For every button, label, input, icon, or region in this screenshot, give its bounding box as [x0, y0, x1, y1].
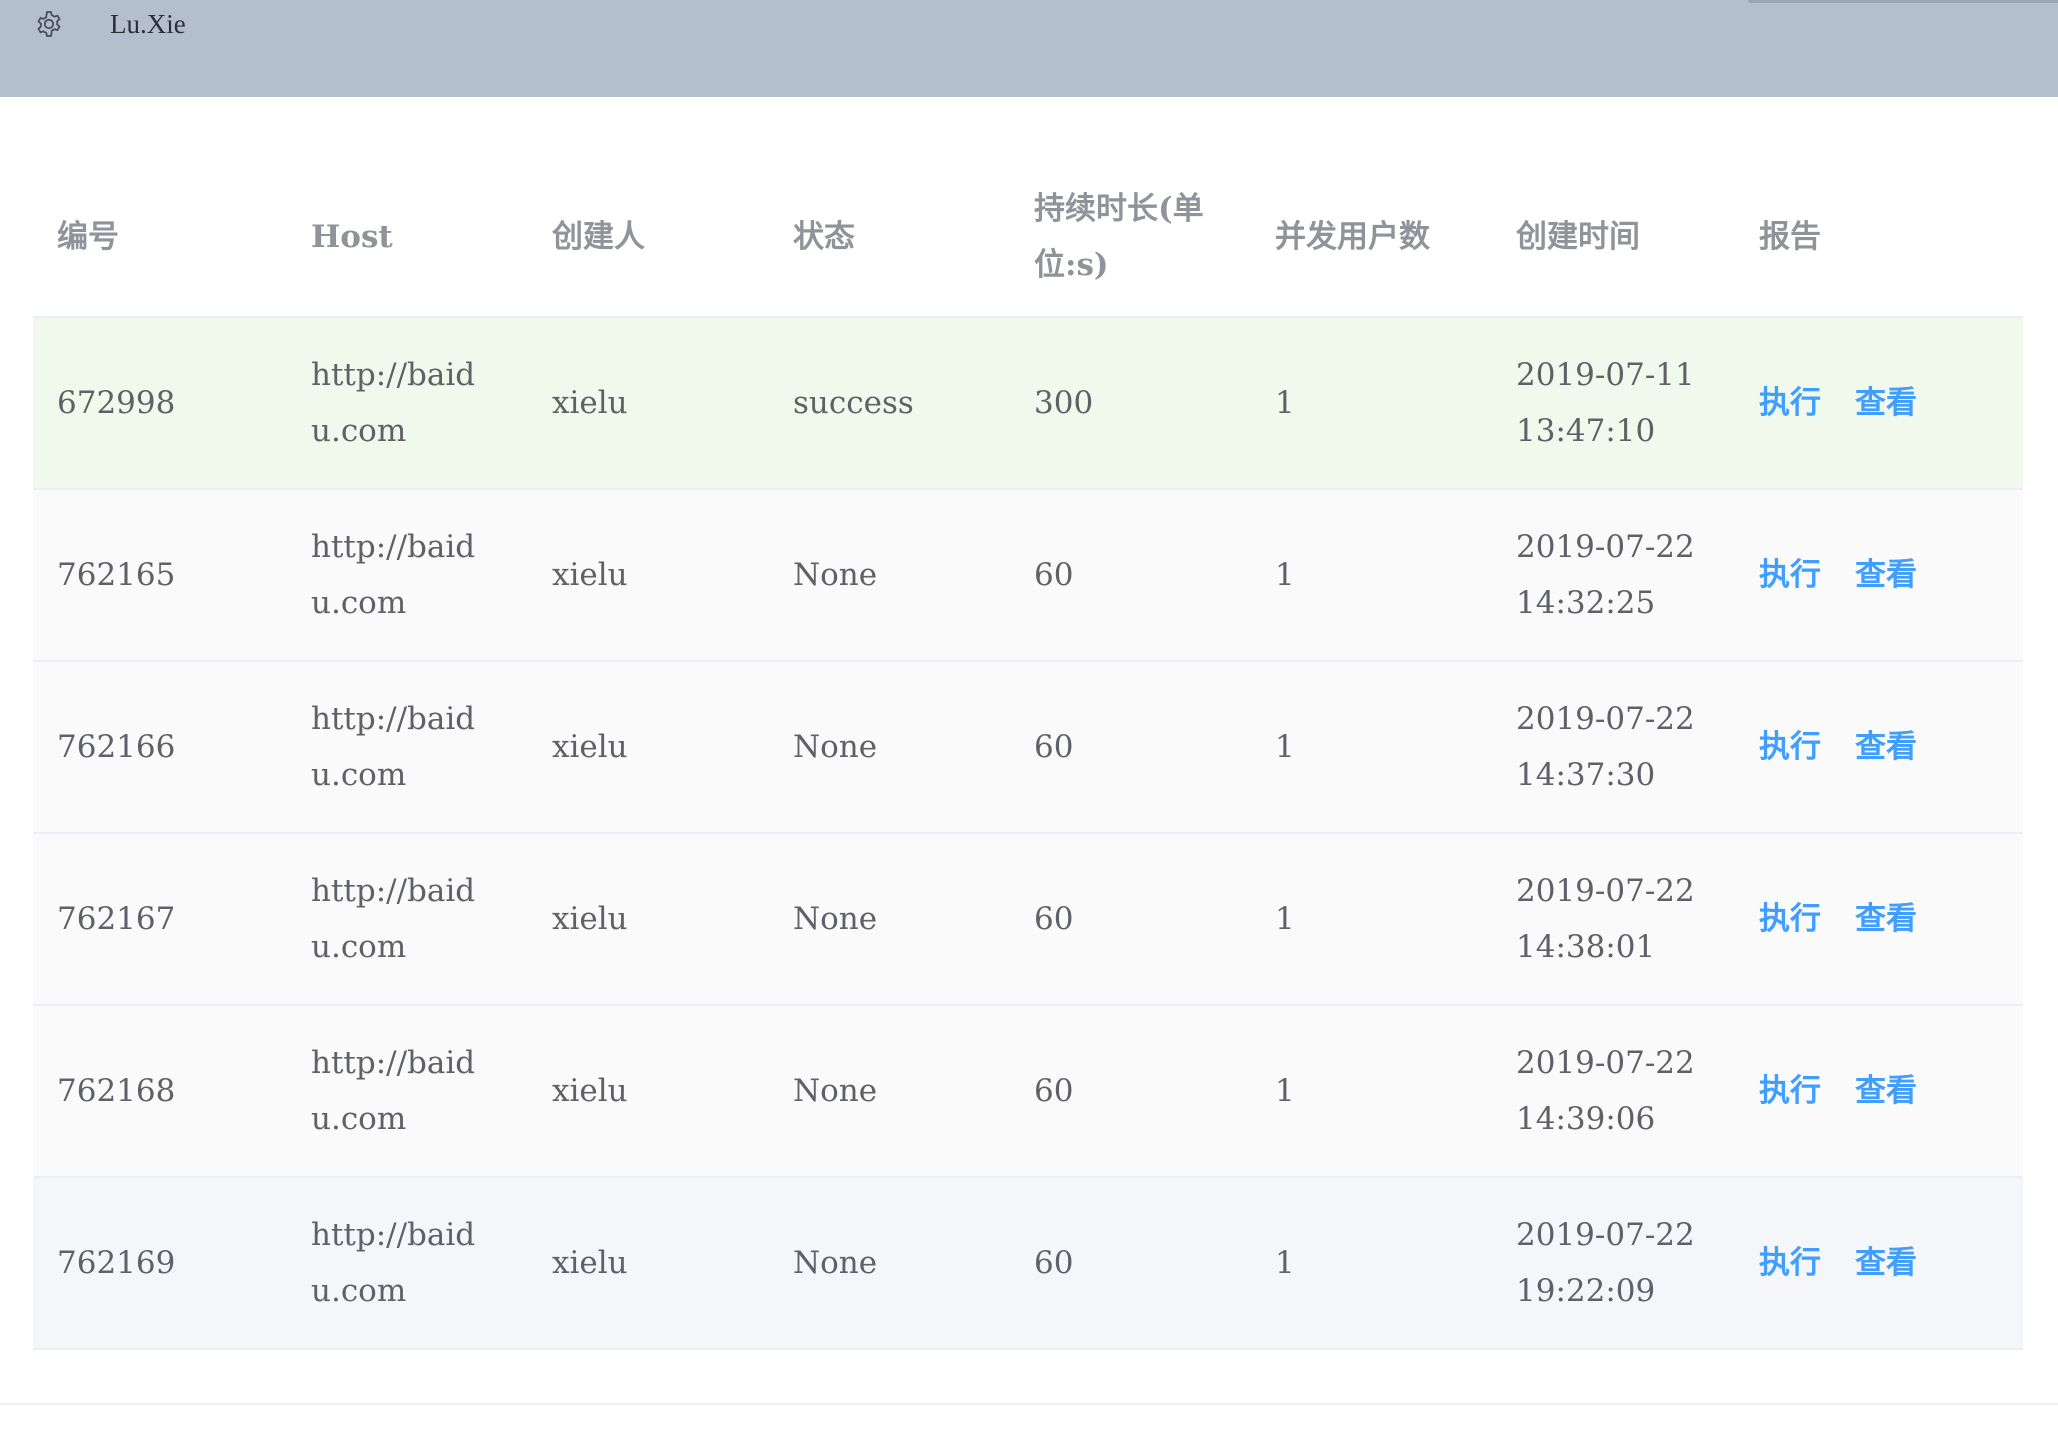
cell-creator: xielu [528, 1005, 769, 1178]
view-link[interactable]: 查看 [1855, 1245, 1917, 1281]
cell-id: 762167 [33, 833, 287, 1006]
cell-duration: 60 [1010, 1177, 1251, 1350]
cell-host: http://baidu.com [287, 489, 528, 662]
cell-creator: xielu [528, 317, 769, 490]
run-link[interactable]: 执行 [1759, 557, 1821, 593]
cell-users: 1 [1251, 1177, 1492, 1350]
cell-creator: xielu [528, 833, 769, 1006]
top-header: Lu.Xie [0, 0, 2058, 97]
cell-created: 2019-07-22 14:32:25 [1492, 489, 1735, 662]
cell-users: 1 [1251, 317, 1492, 490]
run-link[interactable]: 执行 [1759, 1245, 1821, 1281]
cell-status: None [769, 833, 1010, 1006]
table-row: 762168 http://baidu.com xielu None 60 1 … [33, 1005, 2023, 1178]
column-header-creator: 创建人 [528, 158, 769, 318]
view-link[interactable]: 查看 [1855, 385, 1917, 421]
column-header-duration: 持续时长(单位:s) [1010, 158, 1251, 318]
column-header-report: 报告 [1735, 158, 2023, 318]
cell-id: 762168 [33, 1005, 287, 1178]
cell-status: None [769, 489, 1010, 662]
view-link[interactable]: 查看 [1855, 1073, 1917, 1109]
column-header-created: 创建时间 [1492, 158, 1735, 318]
cell-creator: xielu [528, 661, 769, 834]
cell-users: 1 [1251, 833, 1492, 1006]
cell-creator: xielu [528, 489, 769, 662]
cell-report: 执行 查看 [1735, 489, 2023, 662]
table-row: 762169 http://baidu.com xielu None 60 1 … [33, 1177, 2023, 1350]
cell-report: 执行 查看 [1735, 317, 2023, 490]
cell-duration: 60 [1010, 833, 1251, 1006]
cell-users: 1 [1251, 661, 1492, 834]
cell-creator: xielu [528, 1177, 769, 1350]
cell-status: success [769, 317, 1010, 490]
cell-duration: 300 [1010, 317, 1251, 490]
table-header-row: 编号 Host 创建人 状态 持续时长(单位:s) 并发用户数 创建时间 报告 [33, 158, 2023, 318]
table-row: 672998 http://baidu.com xielu success 30… [33, 317, 2023, 490]
table-row: 762165 http://baidu.com xielu None 60 1 … [33, 489, 2023, 662]
view-link[interactable]: 查看 [1855, 729, 1917, 765]
cell-status: None [769, 1005, 1010, 1178]
column-header-status: 状态 [769, 158, 1010, 318]
username: Lu.Xie [110, 9, 186, 39]
table-row: 762167 http://baidu.com xielu None 60 1 … [33, 833, 2023, 1006]
view-link[interactable]: 查看 [1855, 901, 1917, 937]
cell-status: None [769, 1177, 1010, 1350]
cell-id: 762169 [33, 1177, 287, 1350]
cell-report: 执行 查看 [1735, 833, 2023, 1006]
cell-created: 2019-07-22 14:39:06 [1492, 1005, 1735, 1178]
cell-host: http://baidu.com [287, 833, 528, 1006]
cell-id: 672998 [33, 317, 287, 490]
cell-users: 1 [1251, 489, 1492, 662]
test-table: 编号 Host 创建人 状态 持续时长(单位:s) 并发用户数 创建时间 报告 … [33, 158, 2023, 1350]
bottom-divider [0, 1403, 2058, 1405]
cell-users: 1 [1251, 1005, 1492, 1178]
run-link[interactable]: 执行 [1759, 385, 1821, 421]
cell-id: 762165 [33, 489, 287, 662]
cell-duration: 60 [1010, 489, 1251, 662]
cell-duration: 60 [1010, 1005, 1251, 1178]
column-header-host: Host [287, 158, 528, 318]
cell-report: 执行 查看 [1735, 1005, 2023, 1178]
cell-report: 执行 查看 [1735, 661, 2023, 834]
run-link[interactable]: 执行 [1759, 1073, 1821, 1109]
gear-icon[interactable] [34, 9, 64, 39]
run-link[interactable]: 执行 [1759, 729, 1821, 765]
cell-id: 762166 [33, 661, 287, 834]
cell-created: 2019-07-22 14:38:01 [1492, 833, 1735, 1006]
header-edge-tab [1748, 0, 2058, 3]
table-row: 762166 http://baidu.com xielu None 60 1 … [33, 661, 2023, 834]
cell-host: http://baidu.com [287, 1177, 528, 1350]
cell-report: 执行 查看 [1735, 1177, 2023, 1350]
view-link[interactable]: 查看 [1855, 557, 1917, 593]
run-link[interactable]: 执行 [1759, 901, 1821, 937]
cell-created: 2019-07-22 19:22:09 [1492, 1177, 1735, 1350]
column-header-users: 并发用户数 [1251, 158, 1492, 318]
cell-status: None [769, 661, 1010, 834]
cell-created: 2019-07-22 14:37:30 [1492, 661, 1735, 834]
cell-host: http://baidu.com [287, 1005, 528, 1178]
cell-duration: 60 [1010, 661, 1251, 834]
column-header-id: 编号 [33, 158, 287, 318]
cell-host: http://baidu.com [287, 661, 528, 834]
cell-created: 2019-07-11 13:47:10 [1492, 317, 1735, 490]
cell-host: http://baidu.com [287, 317, 528, 490]
